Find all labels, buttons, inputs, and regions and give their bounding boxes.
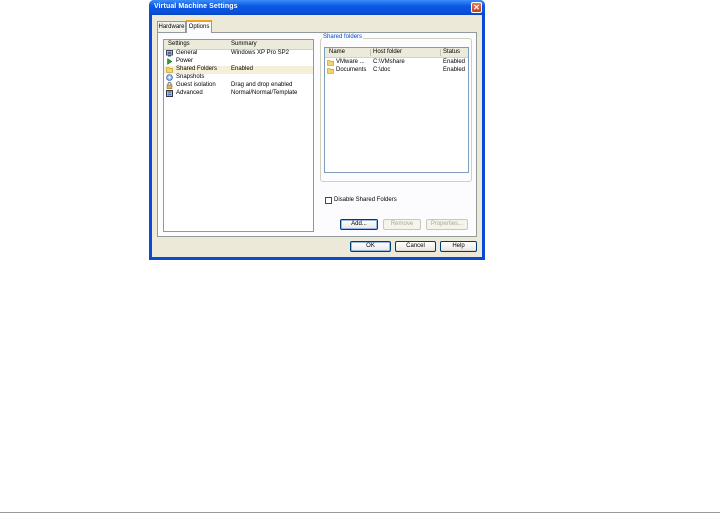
shared-folder-host-path: C:\VMshare xyxy=(373,59,405,65)
computer-icon xyxy=(166,50,173,57)
settings-row-name: Snapshots xyxy=(176,74,205,80)
shared-folder-name: VMware ... xyxy=(336,59,365,65)
settings-row-summary: Drag and drop enabled xyxy=(231,82,293,88)
options-tab-panel: Settings Summary General Windows XP Pro … xyxy=(157,32,477,237)
folder-icon xyxy=(166,67,173,73)
shared-folder-row[interactable]: VMware ... C:\VMshare Enabled xyxy=(325,59,468,67)
tab-hardware[interactable]: Hardware xyxy=(157,21,186,32)
settings-row-summary: Windows XP Pro SP2 xyxy=(231,50,289,56)
settings-row-summary: Enabled xyxy=(231,66,254,72)
properties-button[interactable]: Properties... xyxy=(426,219,468,230)
settings-row-summary: Normal/Normal/Template xyxy=(231,90,298,96)
settings-row-advanced[interactable]: Advanced Normal/Normal/Template xyxy=(164,90,313,98)
settings-row-power[interactable]: Power xyxy=(164,58,313,66)
settings-list-header: Settings Summary xyxy=(164,40,313,50)
column-divider[interactable] xyxy=(440,49,441,56)
settings-row-general[interactable]: General Windows XP Pro SP2 xyxy=(164,50,313,58)
column-header-summary[interactable]: Summary xyxy=(231,41,257,47)
add-button[interactable]: Add... xyxy=(340,219,378,230)
disable-shared-folders-checkbox[interactable] xyxy=(325,197,332,204)
settings-list[interactable]: Settings Summary General Windows XP Pro … xyxy=(163,39,314,232)
settings-row-name: General xyxy=(176,50,198,56)
advanced-icon xyxy=(166,90,173,97)
column-divider[interactable] xyxy=(370,49,371,56)
dialog-client-area: Hardware Options Settings Summary Genera… xyxy=(152,15,482,257)
close-button[interactable]: ✕ xyxy=(471,2,482,13)
settings-row-guest-isolation[interactable]: Guest isolation Drag and drop enabled xyxy=(164,82,313,90)
settings-row-name: Shared Folders xyxy=(176,66,218,72)
title-bar[interactable]: Virtual Machine Settings ✕ xyxy=(149,0,485,15)
settings-row-name: Guest isolation xyxy=(176,82,216,88)
virtual-machine-settings-dialog: Virtual Machine Settings ✕ Hardware Opti… xyxy=(149,0,485,260)
disable-shared-folders-text: Disable Shared Folders xyxy=(334,197,397,203)
folder-icon xyxy=(327,60,334,66)
close-icon: ✕ xyxy=(473,3,480,12)
column-header-settings[interactable]: Settings xyxy=(168,41,190,47)
shared-folders-list[interactable]: Name Host folder Status VMware ... C:\VM… xyxy=(324,47,469,173)
shared-folder-row[interactable]: Documents C:\doc Enabled xyxy=(325,67,468,75)
shared-folder-host-path: C:\doc xyxy=(373,67,391,73)
column-header-status[interactable]: Status xyxy=(443,49,460,55)
shared-folder-status: Enabled xyxy=(443,59,466,65)
help-button[interactable]: Help xyxy=(440,241,477,252)
ok-button[interactable]: OK xyxy=(350,241,391,252)
folder-icon xyxy=(327,68,334,74)
shared-folders-list-header: Name Host folder Status xyxy=(325,48,468,58)
remove-button[interactable]: Remove xyxy=(383,219,421,230)
window-title: Virtual Machine Settings xyxy=(154,3,238,10)
settings-row-name: Advanced xyxy=(176,90,203,96)
cancel-button[interactable]: Cancel xyxy=(395,241,436,252)
settings-row-snapshots[interactable]: Snapshots xyxy=(164,74,313,82)
settings-row-name: Power xyxy=(176,58,194,64)
column-header-name[interactable]: Name xyxy=(329,49,345,55)
column-header-host-folder[interactable]: Host folder xyxy=(373,49,402,55)
shared-folder-name: Documents xyxy=(336,67,367,73)
disable-shared-folders-label[interactable]: Disable Shared Folders xyxy=(334,197,397,203)
play-icon xyxy=(167,58,173,65)
screen-divider xyxy=(0,512,720,513)
shared-folder-status: Enabled xyxy=(443,67,466,73)
settings-row-shared-folders[interactable]: Shared Folders Enabled xyxy=(164,66,313,74)
snapshot-icon xyxy=(166,74,173,81)
shared-folders-group-label: Shared folders xyxy=(322,34,364,40)
lock-icon xyxy=(166,82,173,89)
tab-options[interactable]: Options xyxy=(186,20,212,33)
